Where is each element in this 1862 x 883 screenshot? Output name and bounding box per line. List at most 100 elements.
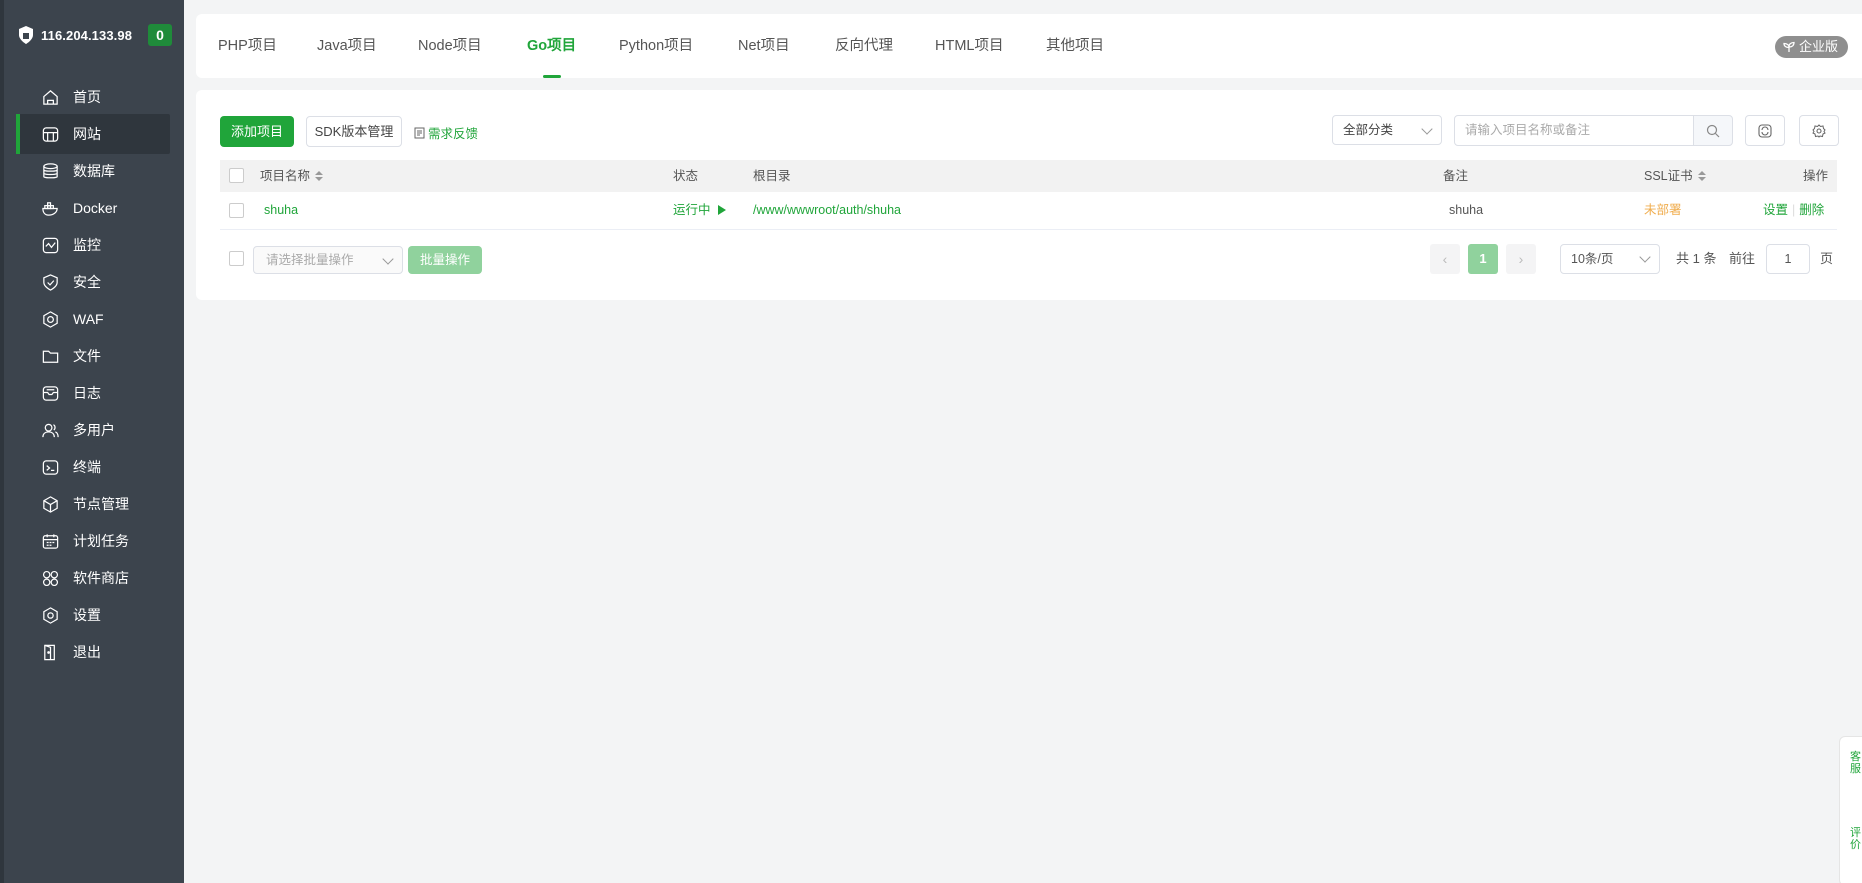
header-ssl[interactable]: SSL证书 — [1644, 160, 1706, 192]
prev-page-button[interactable]: ‹ — [1430, 244, 1460, 274]
logout-icon — [40, 642, 60, 662]
search-button[interactable] — [1693, 115, 1733, 146]
sidebar-item-label: 退出 — [73, 644, 101, 660]
sidebar-item-label: 数据库 — [73, 163, 115, 179]
sidebar-item-label: 软件商店 — [73, 570, 129, 586]
sidebar-item-label: 监控 — [73, 237, 101, 253]
batch-placeholder: 请选择批量操作 — [266, 253, 354, 267]
header-name[interactable]: 项目名称 — [260, 160, 324, 192]
monitor-icon — [40, 235, 60, 255]
root-path-link[interactable]: /www/wwwroot/auth/shuha — [753, 192, 901, 229]
sidebar-item-waf[interactable]: WAF — [18, 299, 170, 339]
sidebar-item-label: 安全 — [73, 274, 101, 290]
tab-python[interactable]: Python项目 — [619, 14, 693, 78]
gear-icon — [1812, 123, 1826, 138]
header-ssl-label: SSL证书 — [1644, 169, 1693, 183]
sidebar-item-label: 文件 — [73, 348, 101, 364]
customer-service-button[interactable]: 客服 — [1850, 751, 1862, 775]
tab-net[interactable]: Net项目 — [738, 14, 790, 78]
database-icon — [40, 161, 60, 181]
refresh-button[interactable] — [1745, 115, 1785, 146]
row-checkbox[interactable] — [229, 203, 244, 218]
tab-go[interactable]: Go项目 — [527, 14, 576, 78]
settings-link[interactable]: 设置 — [1763, 203, 1788, 217]
sdk-version-button[interactable]: SDK版本管理 — [306, 116, 402, 147]
tab-other[interactable]: 其他项目 — [1046, 14, 1104, 78]
home-icon — [40, 87, 60, 107]
header-actions: 操作 — [1803, 169, 1829, 183]
enterprise-badge[interactable]: 企业版 — [1774, 36, 1848, 58]
next-page-button[interactable]: › — [1506, 244, 1536, 274]
sidebar-item-terminal[interactable]: 终端 — [18, 447, 170, 487]
table-header: 项目名称 状态 根目录 备注 SSL证书 操作 — [220, 160, 1837, 192]
settings-button[interactable] — [1799, 115, 1839, 146]
sidebar-item-label: 计划任务 — [73, 533, 129, 549]
node-icon — [40, 494, 60, 514]
folder-icon — [40, 346, 60, 366]
alert-count-badge[interactable]: 0 — [148, 24, 172, 46]
sidebar-item-label: WAF — [73, 311, 104, 327]
sidebar-item-home[interactable]: 首页 — [18, 77, 170, 117]
feedback-label: 需求反馈 — [428, 127, 479, 141]
settings-icon — [40, 605, 60, 625]
chevron-down-icon — [1639, 251, 1651, 263]
sidebar-item-logout[interactable]: 退出 — [18, 632, 170, 672]
users-icon — [40, 420, 60, 440]
tab-node[interactable]: Node项目 — [418, 14, 482, 78]
log-icon — [40, 383, 60, 403]
sidebar-item-label: 首页 — [73, 89, 101, 105]
header-root: 根目录 — [753, 169, 791, 183]
sidebar-item-monitor[interactable]: 监控 — [18, 225, 170, 265]
sidebar-item-nodes[interactable]: 节点管理 — [18, 484, 170, 524]
tab-php[interactable]: PHP项目 — [218, 14, 277, 78]
project-panel: 添加项目 SDK版本管理 需求反馈 全部分类 请输入项目名称或备注 项目名称 状… — [196, 90, 1862, 300]
select-all-checkbox[interactable] — [229, 168, 244, 183]
sidebar-item-label: Docker — [73, 200, 118, 216]
table-row: shuha 运行中 /www/wwwroot/auth/shuha shuha … — [220, 192, 1837, 230]
sidebar: 116.204.133.98 0 首页 网站 数据库 Docker 监控 安全 — [0, 0, 184, 883]
remark-value[interactable]: shuha — [1449, 192, 1483, 229]
server-ip[interactable]: 116.204.133.98 — [41, 28, 132, 43]
sidebar-item-label: 终端 — [73, 459, 101, 475]
store-icon — [40, 568, 60, 588]
goto-label: 前往 — [1729, 251, 1756, 266]
goto-suffix: 页 — [1820, 251, 1834, 266]
floating-service-panel: 客服 评价 — [1839, 736, 1862, 883]
sidebar-item-database[interactable]: 数据库 — [18, 151, 170, 191]
page-number-current[interactable]: 1 — [1468, 244, 1498, 274]
search-input[interactable]: 请输入项目名称或备注 — [1454, 115, 1694, 146]
review-button[interactable]: 评价 — [1850, 827, 1862, 851]
page-size-select[interactable]: 10条/页 — [1560, 244, 1660, 274]
sidebar-item-docker[interactable]: Docker — [18, 188, 170, 228]
sprout-icon — [1783, 41, 1795, 52]
sidebar-item-users[interactable]: 多用户 — [18, 410, 170, 450]
sidebar-item-website[interactable]: 网站 — [16, 114, 170, 154]
calendar-icon — [40, 531, 60, 551]
sidebar-item-files[interactable]: 文件 — [18, 336, 170, 376]
sidebar-item-logs[interactable]: 日志 — [18, 373, 170, 413]
project-name-link[interactable]: shuha — [264, 192, 298, 229]
tab-reverse-proxy[interactable]: 反向代理 — [835, 14, 893, 78]
batch-select[interactable]: 请选择批量操作 — [253, 246, 403, 274]
chevron-down-icon — [382, 253, 394, 265]
chevron-left-icon: ‹ — [1442, 251, 1448, 267]
goto-page-input[interactable]: 1 — [1766, 244, 1810, 274]
feedback-link[interactable]: 需求反馈 — [414, 123, 478, 142]
category-value: 全部分类 — [1343, 123, 1394, 137]
add-project-button[interactable]: 添加项目 — [220, 116, 294, 147]
category-select[interactable]: 全部分类 — [1332, 115, 1442, 145]
page-size-value: 10条/页 — [1571, 252, 1614, 266]
terminal-icon — [40, 457, 60, 477]
tab-html[interactable]: HTML项目 — [935, 14, 1003, 78]
batch-checkbox[interactable] — [229, 251, 244, 266]
sidebar-item-security[interactable]: 安全 — [18, 262, 170, 302]
sidebar-item-cron[interactable]: 计划任务 — [18, 521, 170, 561]
sidebar-item-store[interactable]: 软件商店 — [18, 558, 170, 598]
tab-java[interactable]: Java项目 — [317, 14, 377, 78]
ssl-status-link[interactable]: 未部署 — [1644, 192, 1682, 229]
status-running[interactable]: 运行中 — [673, 192, 726, 229]
chevron-right-icon: › — [1518, 251, 1524, 267]
delete-link[interactable]: 删除 — [1799, 203, 1824, 217]
batch-action-button[interactable]: 批量操作 — [408, 246, 482, 274]
sidebar-item-settings[interactable]: 设置 — [18, 595, 170, 635]
